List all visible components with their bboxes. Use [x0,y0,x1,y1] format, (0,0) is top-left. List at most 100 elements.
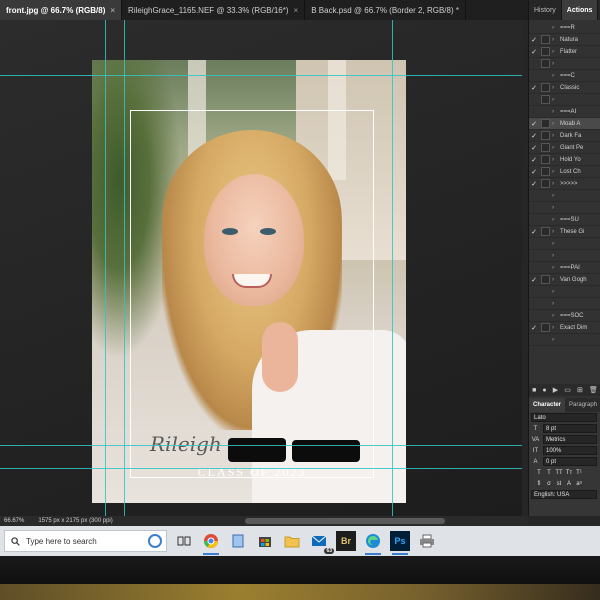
close-icon[interactable]: × [110,6,115,15]
action-enabled-check[interactable]: ✓ [529,144,539,152]
expand-caret-icon[interactable]: › [552,337,560,343]
titling-icon[interactable]: A [565,480,573,488]
tab-character[interactable]: Character [529,398,566,412]
action-enabled-check[interactable]: ✓ [529,156,539,164]
action-row[interactable]: › [529,58,600,70]
mail-icon[interactable]: 63 [309,531,334,554]
cortana-icon[interactable] [148,534,162,548]
action-row[interactable]: ✓ › These Gi [529,226,600,238]
guide-vertical[interactable] [124,20,125,516]
horizontal-scrollbar[interactable] [245,518,445,524]
tab-front-jpg[interactable]: front.jpg @ 66.7% (RGB/8) × [0,0,123,20]
action-enabled-check[interactable]: ✓ [529,324,539,332]
action-row[interactable]: › ===SU [529,214,600,226]
zoom-level[interactable]: 66.67% [4,518,24,524]
expand-caret-icon[interactable]: › [552,157,560,163]
dialog-toggle-box[interactable] [541,167,550,176]
expand-caret-icon[interactable]: › [552,133,560,139]
action-row[interactable]: › ===PAI [529,262,600,274]
expand-caret-icon[interactable]: › [552,97,560,103]
guide-horizontal[interactable] [0,445,522,446]
document-canvas[interactable]: Rileigh CLASS OF 2023 [92,60,406,503]
action-enabled-check[interactable]: ✓ [529,168,539,176]
faux-italic-icon[interactable]: T [545,469,553,477]
expand-caret-icon[interactable]: › [552,145,560,151]
chrome-icon[interactable] [201,531,221,555]
dialog-toggle-box[interactable] [541,119,550,128]
expand-caret-icon[interactable]: › [552,73,560,79]
dialog-toggle-box[interactable] [541,47,550,56]
action-row[interactable]: › [529,250,600,262]
action-enabled-check[interactable]: ✓ [529,36,539,44]
expand-caret-icon[interactable]: › [552,205,560,211]
store-icon[interactable] [255,531,275,551]
dialog-toggle-box[interactable] [541,59,550,68]
tab-b-back-psd[interactable]: B Back.psd @ 66.7% (Border 2, RGB/8) * [305,0,466,20]
edge-icon[interactable] [363,531,383,555]
action-row[interactable]: ✓ › Natura [529,34,600,46]
small-caps-icon[interactable]: Tт [565,469,573,477]
expand-caret-icon[interactable]: › [552,265,560,271]
action-enabled-check[interactable]: ✓ [529,276,539,284]
expand-caret-icon[interactable]: › [552,121,560,127]
font-size-field[interactable]: 8 pt [543,424,597,433]
guide-vertical[interactable] [392,20,393,516]
action-row[interactable]: › [529,286,600,298]
canvas-area[interactable]: Rileigh CLASS OF 2023 [0,20,522,516]
action-enabled-check[interactable]: ✓ [529,48,539,56]
tab-actions[interactable]: Actions [561,0,599,20]
expand-caret-icon[interactable]: › [552,325,560,331]
action-row[interactable]: › [529,334,600,346]
dialog-toggle-box[interactable] [541,323,550,332]
action-row[interactable]: ✓ › Giant Pe [529,142,600,154]
photoshop-icon[interactable]: Ps [390,531,410,555]
guide-horizontal[interactable] [0,75,522,76]
action-row[interactable]: ✓ › >>>>> [529,178,600,190]
printer-icon[interactable] [417,531,437,551]
tab-paragraph[interactable]: Paragraph [565,398,600,412]
new-set-icon[interactable]: ▭ [564,386,571,394]
task-view-icon[interactable] [174,531,194,551]
action-enabled-check[interactable]: ✓ [529,120,539,128]
font-family-select[interactable]: Lato [531,413,597,422]
expand-caret-icon[interactable]: › [552,181,560,187]
action-enabled-check[interactable]: ✓ [529,228,539,236]
action-enabled-check[interactable]: ✓ [529,132,539,140]
guide-horizontal[interactable] [0,468,522,469]
bridge-icon[interactable]: Br [336,531,356,551]
all-caps-icon[interactable]: TT [555,469,563,477]
superscript-icon[interactable]: T¹ [575,469,583,477]
baseline-shift-field[interactable]: 0 pt [543,457,597,466]
action-row[interactable]: › [529,94,600,106]
guide-vertical[interactable] [105,20,106,516]
action-row[interactable]: ✓ › Moab A [529,118,600,130]
expand-caret-icon[interactable]: › [552,109,560,115]
action-row[interactable]: › ===AI [529,106,600,118]
taskbar-search[interactable]: Type here to search [4,530,167,552]
action-row[interactable]: ✓ › Flatter [529,46,600,58]
faux-bold-icon[interactable]: T [535,469,543,477]
action-row[interactable]: ✓ › Van Gogh [529,274,600,286]
action-row[interactable]: › [529,190,600,202]
actions-list[interactable]: › ===R ✓ › Natura ✓ › Flatter › › ===C ✓ › Classic › › =… [529,22,600,382]
dialog-toggle-box[interactable] [541,143,550,152]
tab-rileigh-nef[interactable]: RileighGrace_1165.NEF @ 33.3% (RGB/16*) … [122,0,306,20]
dialog-toggle-box[interactable] [541,155,550,164]
action-row[interactable]: › ===R [529,22,600,34]
dialog-toggle-box[interactable] [541,95,550,104]
language-select[interactable]: English: USA [531,490,597,499]
dialog-toggle-box[interactable] [541,227,550,236]
action-row[interactable]: › [529,298,600,310]
vertical-scale-field[interactable]: 100% [543,446,597,455]
action-row[interactable]: › ===SOC [529,310,600,322]
dialog-toggle-box[interactable] [541,179,550,188]
action-row[interactable]: › ===C [529,70,600,82]
expand-caret-icon[interactable]: › [552,253,560,259]
action-enabled-check[interactable]: ✓ [529,84,539,92]
dialog-toggle-box[interactable] [541,83,550,92]
action-row[interactable]: ✓ › Dark Fa [529,130,600,142]
action-enabled-check[interactable]: ✓ [529,180,539,188]
expand-caret-icon[interactable]: › [552,313,560,319]
action-row[interactable]: › [529,238,600,250]
expand-caret-icon[interactable]: › [552,229,560,235]
